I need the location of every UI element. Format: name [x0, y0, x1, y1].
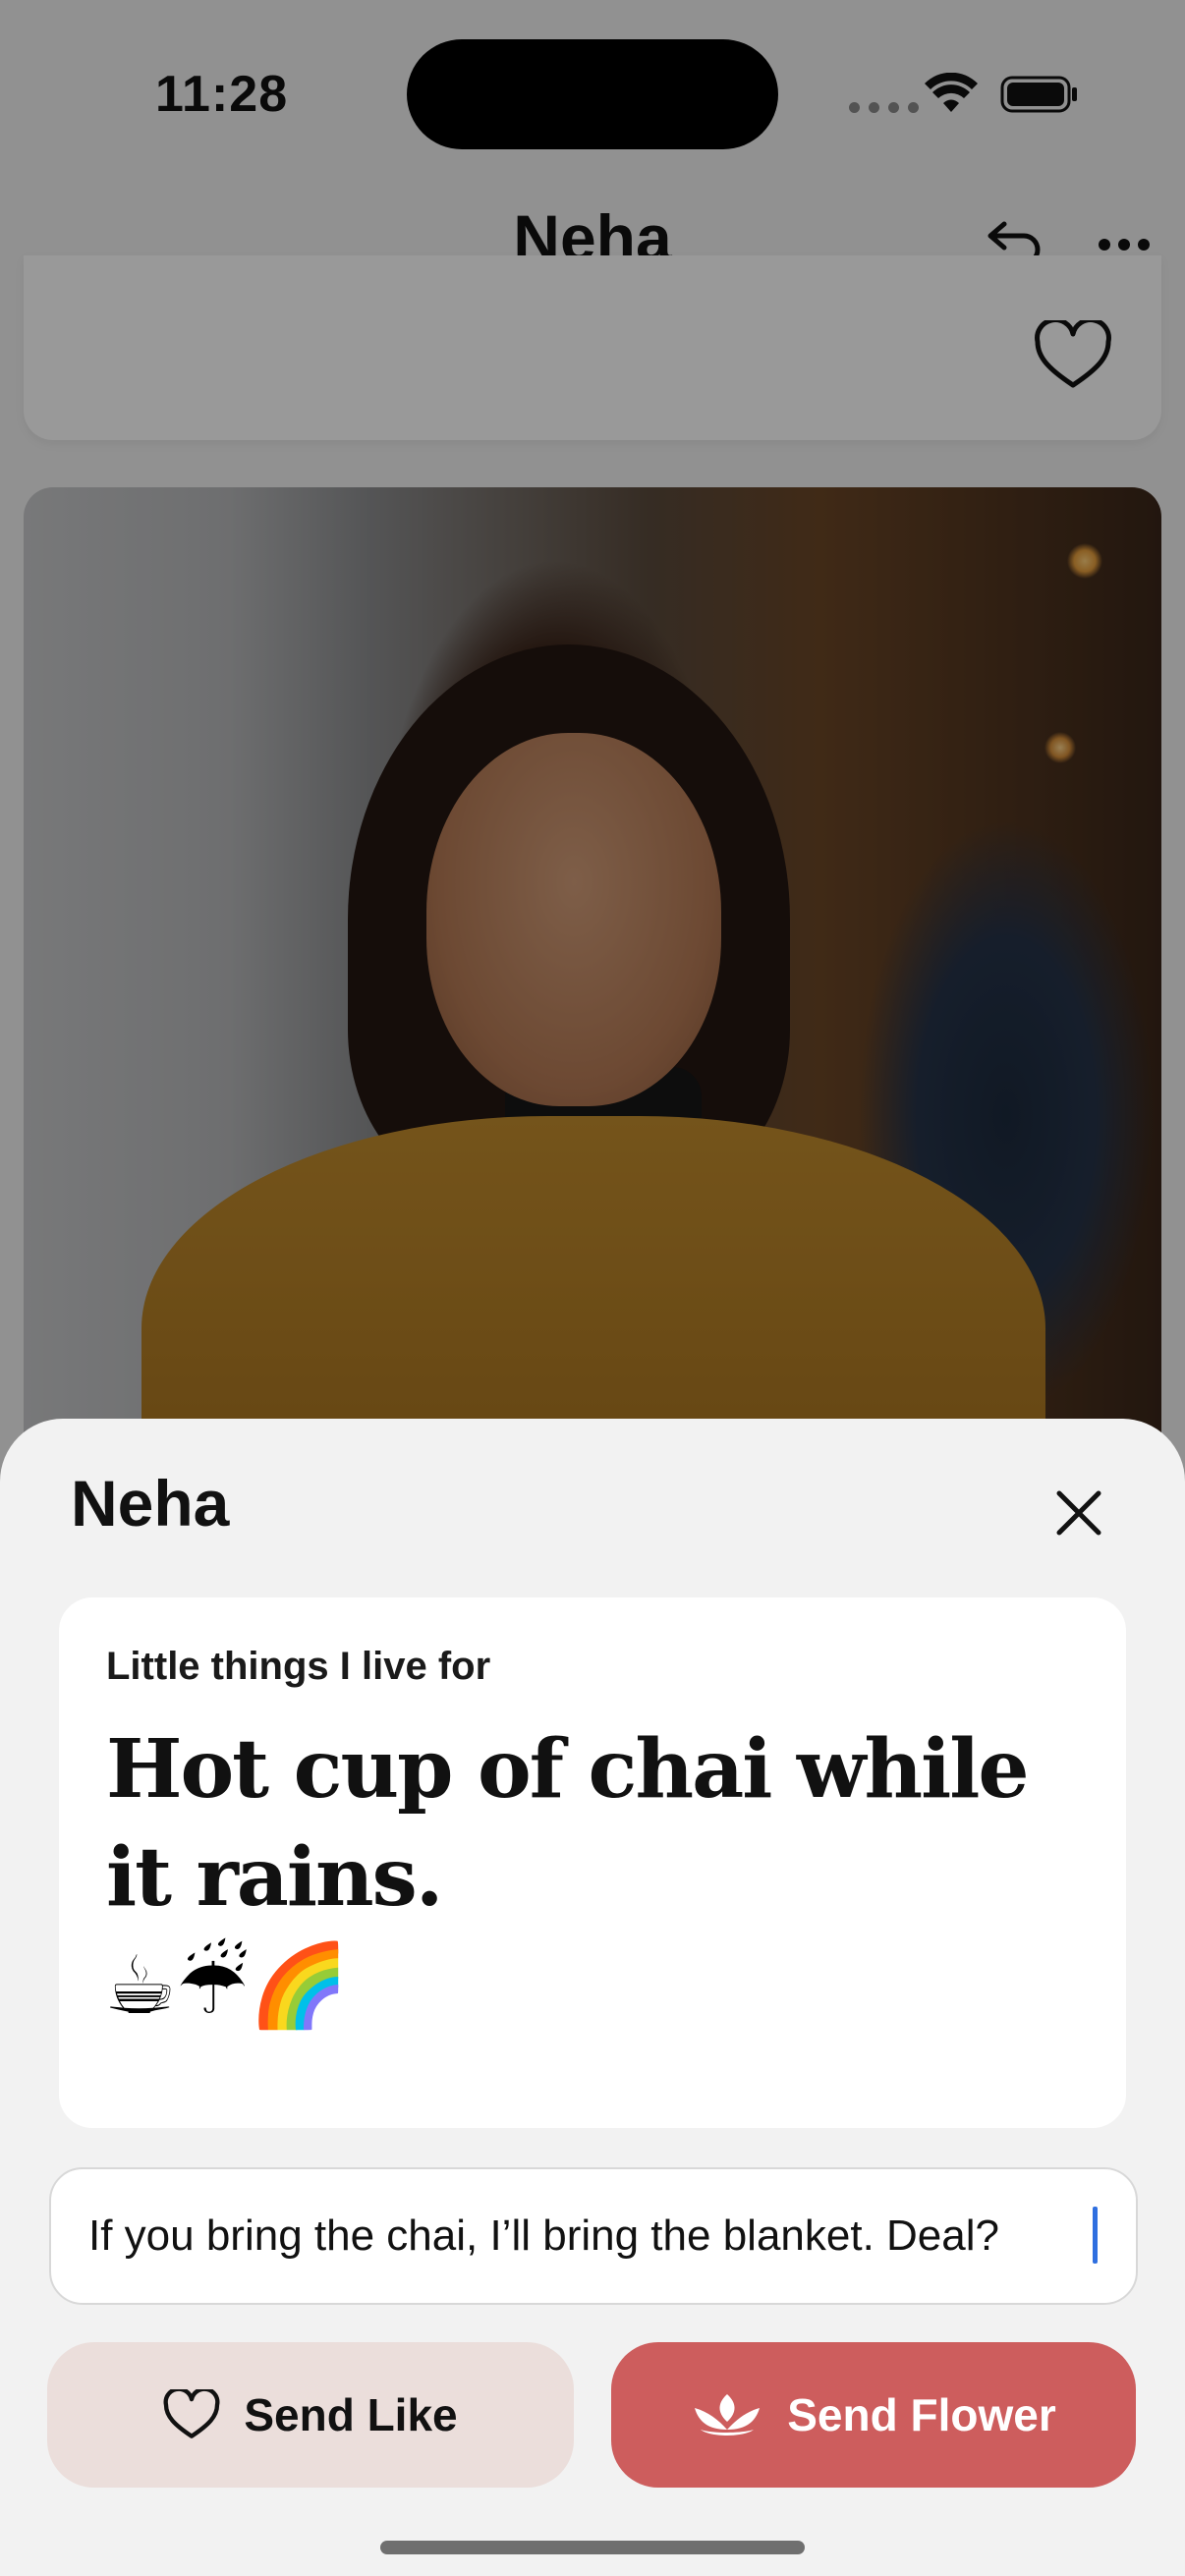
comment-input[interactable] [49, 2167, 1138, 2305]
send-like-label: Send Like [244, 2389, 458, 2440]
prompt-question: Little things I live for [106, 1645, 491, 1688]
sheet-title: Neha [71, 1467, 230, 1540]
flower-icon [695, 2394, 761, 2436]
comment-bottom-sheet: Neha Little things I live for Hot cup of… [0, 1419, 1185, 2576]
send-like-button[interactable]: Send Like [47, 2342, 574, 2488]
send-flower-label: Send Flower [787, 2389, 1056, 2440]
prompt-card: Little things I live for Hot cup of chai… [59, 1597, 1126, 2128]
home-indicator[interactable] [380, 2541, 805, 2554]
send-flower-button[interactable]: Send Flower [611, 2342, 1136, 2488]
text-cursor [1093, 2207, 1098, 2264]
heart-outline-icon [163, 2389, 220, 2438]
prompt-answer: Hot cup of chai while it rains. [106, 1722, 1030, 1925]
close-icon[interactable] [1049, 1484, 1108, 1542]
prompt-emoji: ☕☔🌈 [104, 1941, 350, 2031]
